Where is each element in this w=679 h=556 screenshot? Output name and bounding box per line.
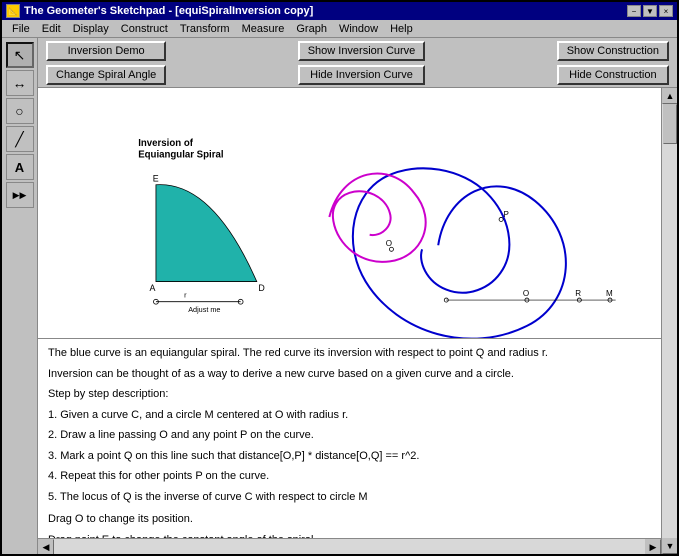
circle-tool[interactable]: ○: [6, 98, 34, 124]
scroll-horizontal-track[interactable]: [54, 539, 645, 554]
description-area: The blue curve is an equiangular spiral.…: [38, 338, 661, 538]
select-tool[interactable]: ↖: [6, 42, 34, 68]
horizontal-scrollbar: ◀ ▶: [38, 538, 661, 554]
svg-text:Equiangular Spiral: Equiangular Spiral: [138, 149, 223, 160]
restore-button[interactable]: ▼: [643, 5, 657, 17]
svg-text:Adjust me: Adjust me: [188, 305, 220, 314]
menu-window[interactable]: Window: [333, 22, 384, 36]
svg-text:M: M: [606, 289, 613, 298]
desc-line1: The blue curve is an equiangular spiral.…: [48, 345, 651, 362]
hide-construction-button[interactable]: Hide Construction: [557, 65, 669, 85]
custom-tool[interactable]: ▶▶: [6, 182, 34, 208]
svg-text:D: D: [258, 283, 264, 293]
main-panel: Inversion Demo Change Spiral Angle Show …: [38, 38, 677, 554]
desc-step3: 3. Mark a point Q on this line such that…: [48, 448, 651, 465]
svg-text:R: R: [575, 289, 581, 298]
hide-inversion-curve-button[interactable]: Hide Inversion Curve: [298, 65, 426, 85]
window-title: The Geometer's Sketchpad - [equiSpiralIn…: [24, 5, 313, 17]
desc-step4: 4. Repeat this for other points P on the…: [48, 468, 651, 485]
desc-step2: 2. Draw a line passing O and any point P…: [48, 427, 651, 444]
line-tool[interactable]: ╱: [6, 126, 34, 152]
inversion-demo-button[interactable]: Inversion Demo: [46, 41, 166, 61]
btn-group-left: Inversion Demo Change Spiral Angle: [46, 41, 166, 85]
close-button[interactable]: ×: [659, 5, 673, 17]
scroll-left-arrow[interactable]: ◀: [38, 539, 54, 554]
show-construction-button[interactable]: Show Construction: [557, 41, 669, 61]
svg-text:P: P: [504, 210, 509, 219]
menu-measure[interactable]: Measure: [236, 22, 291, 36]
svg-text:E: E: [153, 174, 159, 184]
scroll-down-arrow[interactable]: ▼: [662, 538, 677, 554]
menu-bar: File Edit Display Construct Transform Me…: [2, 20, 677, 38]
desc-line4: Step by step description:: [48, 386, 651, 403]
main-window: 📐 The Geometer's Sketchpad - [equiSpiral…: [0, 0, 679, 556]
sketch-canvas[interactable]: Inversion of Equiangular Spiral E A D: [38, 88, 661, 338]
canvas-container: Inversion of Equiangular Spiral E A D: [38, 88, 677, 554]
desc-line3: Inversion can be thought of as a way to …: [48, 366, 651, 383]
svg-text:A: A: [150, 283, 156, 293]
button-bar: Inversion Demo Change Spiral Angle Show …: [38, 38, 677, 88]
change-spiral-angle-button[interactable]: Change Spiral Angle: [46, 65, 166, 85]
translate-tool[interactable]: ↔: [6, 70, 34, 96]
menu-file[interactable]: File: [6, 22, 36, 36]
menu-edit[interactable]: Edit: [36, 22, 67, 36]
minimize-button[interactable]: −: [627, 5, 641, 17]
svg-text:Inversion of: Inversion of: [138, 138, 194, 149]
menu-help[interactable]: Help: [384, 22, 419, 36]
desc-drag1: Drag O to change its position.: [48, 511, 651, 528]
app-icon: 📐: [6, 4, 20, 18]
menu-transform[interactable]: Transform: [174, 22, 236, 36]
scroll-vertical-track[interactable]: [662, 104, 677, 538]
scroll-thumb[interactable]: [663, 104, 677, 144]
vertical-scrollbar: ▲ ▼: [661, 88, 677, 554]
menu-construct[interactable]: Construct: [115, 22, 174, 36]
desc-step5: 5. The locus of Q is the inverse of curv…: [48, 489, 651, 506]
svg-text:O: O: [386, 239, 392, 248]
scroll-up-arrow[interactable]: ▲: [662, 88, 677, 104]
text-tool[interactable]: A: [6, 154, 34, 180]
menu-graph[interactable]: Graph: [290, 22, 333, 36]
svg-text:r: r: [184, 291, 187, 300]
tool-panel: ↖ ↔ ○ ╱ A ▶▶: [2, 38, 38, 554]
show-inversion-curve-button[interactable]: Show Inversion Curve: [298, 41, 426, 61]
btn-group-middle: Show Inversion Curve Hide Inversion Curv…: [298, 41, 426, 85]
scroll-right-arrow[interactable]: ▶: [645, 539, 661, 554]
title-bar: 📐 The Geometer's Sketchpad - [equiSpiral…: [2, 2, 677, 20]
svg-text:O: O: [523, 289, 529, 298]
menu-display[interactable]: Display: [67, 22, 115, 36]
btn-group-right: Show Construction Hide Construction: [557, 41, 669, 85]
desc-step1: 1. Given a curve C, and a circle M cente…: [48, 407, 651, 424]
